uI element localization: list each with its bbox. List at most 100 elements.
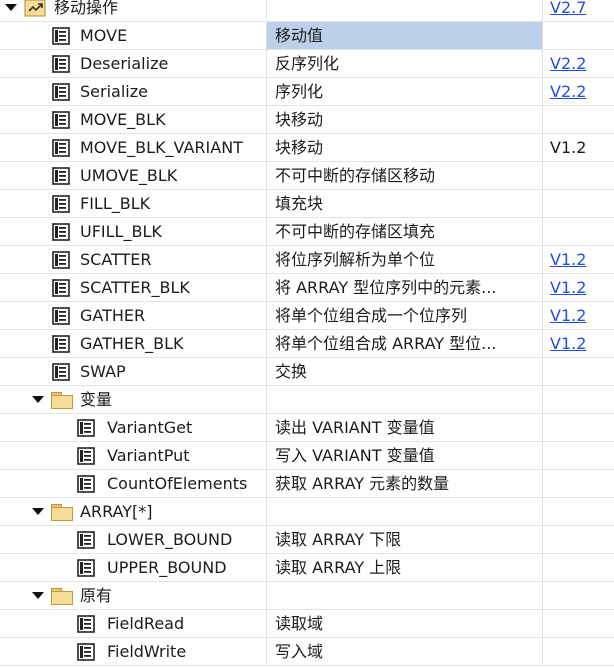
name-cell: 原有 (0, 582, 267, 609)
description-cell: 写入 VARIANT 变量值 (267, 442, 543, 469)
tree-row-instruction[interactable]: UPPER_BOUND 读取 ARRAY 上限 (0, 554, 614, 582)
version-cell (544, 190, 614, 217)
instruction-block-icon (52, 251, 70, 269)
folder-label: 变量 (80, 390, 113, 409)
instruction-label: VariantGet (107, 418, 193, 437)
version-cell (544, 386, 614, 413)
version-link[interactable]: V2.7 (550, 0, 586, 17)
tree-row-instruction[interactable]: FILL_BLK 填充块 (0, 190, 614, 218)
instruction-label: UMOVE_BLK (80, 166, 178, 185)
name-cell: SCATTER (0, 246, 267, 273)
description-cell: 读出 VARIANT 变量值 (267, 414, 543, 441)
version-cell (544, 414, 614, 441)
instruction-label: GATHER_BLK (80, 334, 184, 353)
name-cell: VariantPut (0, 442, 267, 469)
version-link[interactable]: V1.2 (550, 278, 586, 297)
name-cell: GATHER_BLK (0, 330, 267, 357)
name-cell: Deserialize (0, 50, 267, 77)
version-link[interactable]: V2.2 (550, 82, 586, 101)
tree-row-instruction[interactable]: Deserialize 反序列化 V2.2 (0, 50, 614, 78)
tree-row-instruction[interactable]: MOVE_BLK 块移动 (0, 106, 614, 134)
tree-row-folder[interactable]: 变量 (0, 386, 614, 414)
version-cell (544, 582, 614, 609)
instruction-label: FILL_BLK (80, 194, 151, 213)
instruction-block-icon (52, 307, 70, 325)
folder-icon (51, 392, 73, 409)
group-label: 移动操作 (54, 0, 119, 17)
instruction-label: MOVE (80, 26, 128, 45)
version-link[interactable]: V2.2 (550, 54, 586, 73)
description-cell: 读取 ARRAY 上限 (267, 554, 543, 581)
instruction-label: UFILL_BLK (80, 222, 162, 241)
tree-row-instruction[interactable]: CountOfElements 获取 ARRAY 元素的数量 (0, 470, 614, 498)
tree-row-instruction[interactable]: Serialize 序列化 V2.2 (0, 78, 614, 106)
description-cell: 读取 ARRAY 下限 (267, 526, 543, 553)
version-cell (544, 498, 614, 525)
version-link[interactable]: V1.2 (550, 306, 586, 325)
name-cell: MOVE (0, 22, 267, 49)
version-cell: V1.2 (544, 274, 614, 301)
expand-caret-icon[interactable] (32, 396, 44, 403)
description-cell: 将 ARRAY 型位序列中的元素... (267, 274, 543, 301)
name-cell: CountOfElements (0, 470, 267, 497)
expand-caret-icon[interactable] (5, 4, 17, 11)
instruction-block-icon (77, 419, 95, 437)
tree-row-instruction[interactable]: GATHER 将单个位组合成一个位序列 V1.2 (0, 302, 614, 330)
name-cell: UMOVE_BLK (0, 162, 267, 189)
instruction-block-icon (52, 27, 70, 45)
version-cell (544, 470, 614, 497)
description-cell: 将单个位组合成一个位序列 (267, 302, 543, 329)
tree-row-instruction[interactable]: VariantGet 读出 VARIANT 变量值 (0, 414, 614, 442)
tree-row-instruction[interactable]: FieldRead 读取域 (0, 610, 614, 638)
instruction-label: Deserialize (80, 54, 169, 73)
version-cell (544, 106, 614, 133)
description-cell: 块移动 (267, 134, 543, 161)
instruction-label: GATHER (80, 306, 146, 325)
tree-row-instruction[interactable]: SCATTER 将位序列解析为单个位 V1.2 (0, 246, 614, 274)
tree-row-folder[interactable]: 移动操作 V2.7 (0, 0, 614, 22)
version-cell (544, 442, 614, 469)
instruction-block-icon (77, 447, 95, 465)
instruction-block-icon (77, 643, 95, 661)
name-cell: UPPER_BOUND (0, 554, 267, 581)
name-cell: SCATTER_BLK (0, 274, 267, 301)
description-cell: 不可中断的存储区填充 (267, 218, 543, 245)
tree-row-instruction[interactable]: GATHER_BLK 将单个位组合成 ARRAY 型位... V1.2 (0, 330, 614, 358)
tree-row-instruction[interactable]: FieldWrite 写入域 (0, 638, 614, 666)
description-cell: 填充块 (267, 190, 543, 217)
version-cell (544, 554, 614, 581)
description-cell (267, 0, 543, 21)
instruction-tree: 移动操作 V2.7 MOVE 移动值 Deserialize 反序列化 V2.2 Serial… (0, 0, 614, 668)
name-cell: FieldWrite (0, 638, 267, 665)
instruction-label: VariantPut (107, 446, 190, 465)
tree-row-instruction[interactable]: SCATTER_BLK 将 ARRAY 型位序列中的元素... V1.2 (0, 274, 614, 302)
version-link[interactable]: V1.2 (550, 250, 586, 269)
instruction-block-icon (52, 139, 70, 157)
version-cell (544, 526, 614, 553)
version-cell: V1.2 (544, 246, 614, 273)
tree-row-folder[interactable]: ARRAY[*] (0, 498, 614, 526)
tree-row-instruction[interactable]: UFILL_BLK 不可中断的存储区填充 (0, 218, 614, 246)
tree-row-instruction[interactable]: LOWER_BOUND 读取 ARRAY 下限 (0, 526, 614, 554)
expand-caret-icon[interactable] (32, 508, 44, 515)
description-cell: 将单个位组合成 ARRAY 型位... (267, 330, 543, 357)
version-link[interactable]: V1.2 (550, 334, 586, 353)
tree-row-folder[interactable]: 原有 (0, 582, 614, 610)
instruction-block-icon (77, 559, 95, 577)
name-cell: VariantGet (0, 414, 267, 441)
name-cell: FieldRead (0, 610, 267, 637)
tree-row-instruction[interactable]: MOVE 移动值 (0, 22, 614, 50)
tree-row-instruction[interactable]: SWAP 交换 (0, 358, 614, 386)
expand-caret-icon[interactable] (32, 592, 44, 599)
tree-row-instruction[interactable]: VariantPut 写入 VARIANT 变量值 (0, 442, 614, 470)
version-cell: V1.2 (544, 330, 614, 357)
tree-row-instruction[interactable]: MOVE_BLK_VARIANT 块移动 V1.2 (0, 134, 614, 162)
tree-row-instruction[interactable]: UMOVE_BLK 不可中断的存储区移动 (0, 162, 614, 190)
instruction-label: LOWER_BOUND (107, 530, 233, 549)
instruction-block-icon (52, 363, 70, 381)
version-cell (544, 610, 614, 637)
instruction-block-icon (52, 55, 70, 73)
folder-icon (51, 588, 73, 605)
version-cell (544, 218, 614, 245)
version-cell: V2.7 (544, 0, 614, 21)
